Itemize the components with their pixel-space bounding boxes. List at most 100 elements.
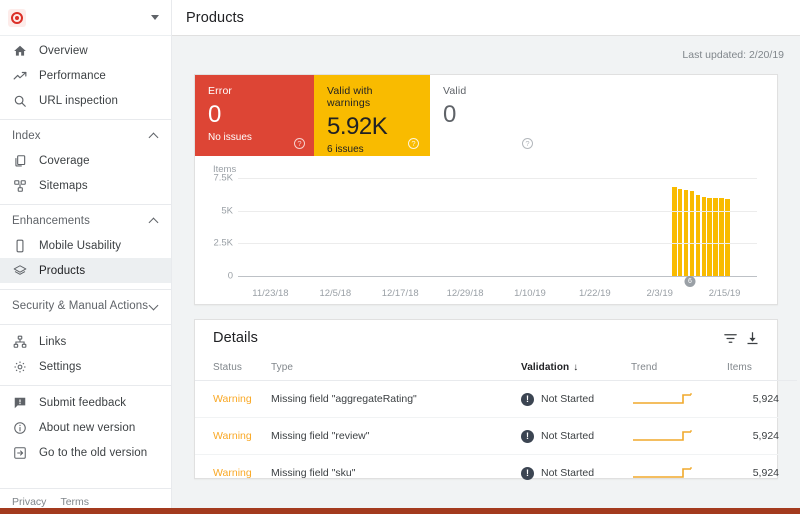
sidebar-item-submit-feedback[interactable]: Submit feedback <box>0 390 171 415</box>
help-icon[interactable]: ? <box>294 138 305 149</box>
chart-bar[interactable] <box>690 191 695 276</box>
chart-gridline <box>238 243 757 244</box>
column-header-validation[interactable]: Validation ↓ <box>521 356 631 381</box>
sidebar-section-security[interactable]: Security & Manual Actions <box>0 294 171 318</box>
sidebar-item-url-inspection[interactable]: URL inspection <box>0 88 171 113</box>
main-content: Products Last updated: 2/20/19 Error 0 N… <box>172 0 800 514</box>
sidebar-section-index[interactable]: Index <box>0 124 171 148</box>
help-icon[interactable]: ? <box>522 138 533 149</box>
items-count: 5,924 <box>753 393 779 405</box>
property-selector[interactable] <box>0 0 171 36</box>
status-card-error[interactable]: Error 0 No issues ? <box>195 75 314 156</box>
sort-descending-icon: ↓ <box>573 362 578 373</box>
privacy-link[interactable]: Privacy <box>12 496 46 508</box>
chevron-up-icon[interactable] <box>150 217 159 226</box>
download-icon[interactable] <box>741 327 763 349</box>
chart-x-axis: 11/23/1812/5/1812/17/1812/29/181/10/191/… <box>238 288 757 300</box>
sidebar-item-sitemaps[interactable]: Sitemaps <box>0 173 171 198</box>
issue-type-link[interactable]: Missing field "review" <box>271 430 369 442</box>
column-header-items[interactable]: Items <box>727 356 797 381</box>
chart-annotation-badge[interactable]: 6 <box>685 276 696 287</box>
chart-bar[interactable] <box>678 189 683 276</box>
chart-x-tick-label: 11/23/18 <box>252 288 288 299</box>
table-row[interactable]: WarningMissing field "review"!Not Starte… <box>195 418 797 455</box>
status-card-label: Valid <box>443 85 530 97</box>
table-row[interactable]: WarningMissing field "aggregateRating"!N… <box>195 381 797 418</box>
column-header-validation-label: Validation <box>521 362 569 373</box>
chart-bar[interactable] <box>696 195 701 276</box>
column-header-trend[interactable]: Trend <box>631 356 727 381</box>
sidebar-section-label: Security & Manual Actions <box>12 300 150 312</box>
cell-items: 5,924 <box>727 418 797 455</box>
last-updated-text: Last updated: 2/20/19 <box>682 49 784 61</box>
sidebar-divider <box>0 289 171 290</box>
status-card-sub: No issues <box>208 132 302 143</box>
sidebar-item-links[interactable]: Links <box>0 329 171 354</box>
sidebar-item-label: Products <box>39 265 85 277</box>
filter-icon[interactable] <box>719 327 741 349</box>
items-count: 5,924 <box>753 430 779 442</box>
chart-y-tick-label: 5K <box>221 205 233 216</box>
issue-type-link[interactable]: Missing field "sku" <box>271 467 355 479</box>
sidebar-item-overview[interactable]: Overview <box>0 38 171 63</box>
column-header-status[interactable]: Status <box>195 356 271 381</box>
sparkline-step-up-icon <box>631 428 703 444</box>
cell-items: 5,924 <box>727 455 797 492</box>
help-icon[interactable]: ? <box>408 138 419 149</box>
sidebar-item-label: Settings <box>39 361 81 373</box>
content-area: Error 0 No issues ? Valid with warnings … <box>172 74 800 514</box>
chart-bar[interactable] <box>672 187 677 276</box>
sidebar-item-coverage[interactable]: Coverage <box>0 148 171 173</box>
chevron-up-icon[interactable] <box>150 132 159 141</box>
last-updated-bar: Last updated: 2/20/19 <box>172 36 800 74</box>
cell-validation: !Not Started <box>521 455 631 492</box>
top-bar: Products <box>172 0 800 36</box>
chart-bar[interactable] <box>707 198 712 276</box>
chart-x-tick-label: 12/5/18 <box>319 288 351 299</box>
details-card: Details Status Type Validati <box>194 319 778 479</box>
table-row[interactable]: WarningMissing field "sku"!Not Started5,… <box>195 455 797 492</box>
chart-x-tick-label: 12/17/18 <box>382 288 419 299</box>
status-card-valid-with-warnings[interactable]: Valid with warnings 5.92K 6 issues ? <box>314 75 428 156</box>
sidebar-item-label: Go to the old version <box>39 447 147 459</box>
sidebar-item-label: About new version <box>39 422 135 434</box>
status-card-label: Valid with warnings <box>327 85 416 109</box>
sidebar-nav: Overview Performance URL inspection Inde… <box>0 36 171 488</box>
home-icon <box>12 43 28 59</box>
chart-bar[interactable] <box>713 198 718 276</box>
sidebar-section-enhancements[interactable]: Enhancements <box>0 209 171 233</box>
browser-bottom-edge <box>0 508 800 514</box>
cell-type[interactable]: Missing field "review" <box>271 418 521 455</box>
chart-bar[interactable] <box>684 190 689 276</box>
sidebar-item-about-new-version[interactable]: About new version <box>0 415 171 440</box>
chart-x-tick-label: 1/10/19 <box>514 288 546 299</box>
sidebar-divider <box>0 385 171 386</box>
status-card-valid[interactable]: Valid 0 ? <box>428 75 542 156</box>
chart-bars[interactable] <box>238 178 757 276</box>
column-header-type[interactable]: Type <box>271 356 521 381</box>
sidebar-divider <box>0 119 171 120</box>
info-icon <box>12 420 28 436</box>
feedback-icon <box>12 395 28 411</box>
sidebar-item-products[interactable]: Products <box>0 258 171 283</box>
chevron-down-icon[interactable] <box>151 15 159 20</box>
sidebar-item-go-to-old-version[interactable]: Go to the old version <box>0 440 171 465</box>
sidebar-item-label: Overview <box>39 45 88 57</box>
status-badge: Warning <box>213 393 252 405</box>
terms-link[interactable]: Terms <box>60 496 89 508</box>
cell-type[interactable]: Missing field "aggregateRating" <box>271 381 521 418</box>
table-header-row: Status Type Validation ↓ Trend Items <box>195 356 797 381</box>
cell-type[interactable]: Missing field "sku" <box>271 455 521 492</box>
chart-bar[interactable] <box>702 197 707 276</box>
status-cards-row: Error 0 No issues ? Valid with warnings … <box>195 75 777 156</box>
details-table-body: Warning Missing field "aggregateRating" !N… <box>195 381 797 492</box>
chevron-down-icon[interactable] <box>150 302 159 311</box>
sidebar-item-label: URL inspection <box>39 95 118 107</box>
sitemap-icon <box>12 178 28 194</box>
sidebar-item-mobile-usability[interactable]: Mobile Usability <box>0 233 171 258</box>
chart-gridline <box>238 178 757 179</box>
chart-x-tick-label: 12/29/18 <box>447 288 484 299</box>
sidebar-item-performance[interactable]: Performance <box>0 63 171 88</box>
sidebar-item-settings[interactable]: Settings <box>0 354 171 379</box>
issue-type-link[interactable]: Missing field "aggregateRating" <box>271 393 417 405</box>
